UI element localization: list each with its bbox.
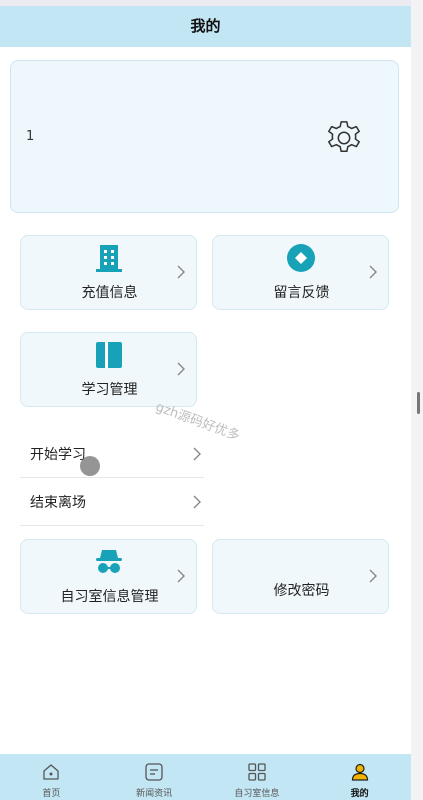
profile-card[interactable]: 1 — [10, 60, 399, 213]
submenu-label: 结束离场 — [30, 495, 86, 511]
chevron-right-icon — [193, 495, 201, 509]
nav-label: 自习室信息 — [234, 789, 280, 799]
nav-item-mine[interactable]: 我的 — [308, 754, 411, 800]
gear-icon[interactable] — [325, 119, 363, 157]
page-title: 我的 — [0, 6, 411, 47]
grid-icon — [248, 763, 266, 781]
resize-handle[interactable] — [417, 392, 420, 414]
recharge-info-tile[interactable]: 充值信息 — [20, 235, 197, 310]
home-icon — [43, 764, 60, 780]
diamond-icon — [287, 244, 315, 272]
change-password-tile[interactable]: 修改密码 — [212, 539, 389, 614]
chevron-right-icon — [177, 265, 185, 279]
study-management-tile[interactable]: 学习管理 — [20, 332, 197, 407]
profile-username: 1 — [26, 129, 35, 144]
news-icon — [145, 763, 163, 781]
feedback-label: 留言反馈 — [273, 285, 330, 301]
submenu-item-start-study[interactable]: 开始学习 — [20, 430, 204, 478]
study-management-label: 学习管理 — [81, 382, 138, 398]
feedback-tile[interactable]: 留言反馈 — [212, 235, 389, 310]
touch-cursor — [80, 456, 100, 476]
nav-item-news[interactable]: 新闻资讯 — [103, 754, 206, 800]
nav-item-home[interactable]: 首页 — [0, 754, 103, 800]
submenu-item-end-leave[interactable]: 结束离场 — [20, 478, 204, 526]
user-icon — [351, 763, 368, 781]
chevron-right-icon — [193, 447, 201, 461]
change-password-label: 修改密码 — [273, 583, 330, 599]
book-icon — [96, 342, 122, 368]
building-icon — [96, 245, 122, 272]
nav-item-studyroom[interactable]: 自习室信息 — [206, 754, 309, 800]
studyroom-management-tile[interactable]: 自习室信息管理 — [20, 539, 197, 614]
recharge-info-label: 充值信息 — [81, 285, 138, 301]
nav-label: 我的 — [350, 789, 369, 799]
chevron-right-icon — [177, 362, 185, 376]
chevron-right-icon — [369, 265, 377, 279]
nav-label: 首页 — [42, 789, 61, 799]
chevron-right-icon — [177, 569, 185, 583]
nav-label: 新闻资讯 — [136, 789, 173, 799]
phone-screen: 我的 1 充值信息 留言反馈 学习管理 开始学习 结束离场 自习室信息管理 修改… — [0, 6, 411, 800]
bottom-navigation: 首页 新闻资讯 自习室信息 我的 — [0, 754, 411, 800]
incognito-icon — [96, 550, 122, 573]
studyroom-management-label: 自习室信息管理 — [60, 589, 159, 605]
submenu-label: 开始学习 — [30, 447, 86, 463]
chevron-right-icon — [369, 569, 377, 583]
